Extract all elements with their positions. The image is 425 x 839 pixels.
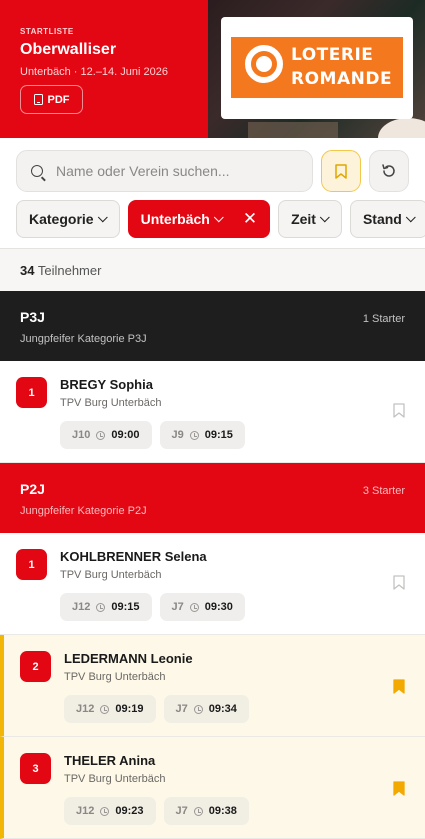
chevron-down-icon (319, 211, 330, 222)
rank-badge: 2 (20, 651, 51, 682)
time-slot: J12 09:19 (64, 695, 156, 723)
sponsor-logo: LOTERIE ROMANDE (221, 17, 413, 119)
start-list: P3J Jungpfeifer Kategorie P3J 1 Starter … (0, 291, 425, 839)
clock-icon (189, 602, 199, 612)
filter-bar: Kategorie Unterbäch ✕ Zeit Stand (16, 200, 425, 238)
participant-name: BREGY Sophia (60, 377, 153, 392)
category-description: Jungpfeifer Kategorie P3J (20, 333, 147, 345)
participant-club: TPV Burg Unterbäch (64, 671, 166, 683)
clock-icon (189, 430, 199, 440)
search-icon (31, 165, 43, 177)
clock-icon (100, 704, 110, 714)
logo-ring-icon (245, 45, 283, 83)
time-slot: J7 09:34 (163, 695, 249, 723)
time-slot: J7 09:30 (159, 593, 245, 621)
rank-badge: 3 (20, 753, 51, 784)
bookmark-icon (335, 163, 347, 179)
time-slot: J12 09:15 (60, 593, 152, 621)
participant-row[interactable]: 1 BREGY Sophia TPV Burg Unterbäch J10 09:… (0, 361, 425, 463)
participant-row-bookmarked[interactable]: 2 LEDERMANN Leonie TPV Burg Unterbäch J1… (0, 635, 425, 737)
reset-button[interactable] (369, 150, 409, 192)
chevron-down-icon (97, 211, 108, 222)
participant-count: 34 Teilnehmer (0, 249, 425, 291)
clock-icon (193, 704, 203, 714)
participant-row[interactable]: 1 KOHLBRENNER Selena TPV Burg Unterbäch … (0, 533, 425, 635)
clock-icon (100, 806, 110, 816)
participant-row-bookmarked[interactable]: 3 THELER Anina TPV Burg Unterbäch J12 09:… (0, 737, 425, 839)
rank-badge: 1 (16, 377, 47, 408)
category-code: P3J (20, 309, 45, 325)
reset-icon (382, 164, 395, 177)
filter-kategorie[interactable]: Kategorie (16, 200, 120, 238)
search-input[interactable] (56, 163, 286, 179)
filter-ort-active[interactable]: Unterbäch ✕ (127, 200, 271, 238)
filter-stand[interactable]: Stand (349, 200, 425, 238)
document-icon (33, 94, 43, 105)
clock-icon (96, 430, 106, 440)
participant-club: TPV Burg Unterbäch (60, 569, 162, 581)
rank-badge: 1 (16, 549, 47, 580)
bookmark-filled-icon[interactable] (393, 679, 405, 694)
participant-name: KOHLBRENNER Selena (60, 549, 207, 564)
bookmark-icon[interactable] (393, 575, 405, 590)
pdf-download-button[interactable]: PDF (20, 85, 83, 114)
event-title: Oberwalliser (20, 41, 117, 58)
chevron-down-icon (405, 211, 416, 222)
time-slot: J9 09:15 (159, 421, 245, 449)
category-header: P3J Jungpfeifer Kategorie P3J 1 Starter (0, 291, 425, 361)
time-slot: J12 09:23 (64, 797, 156, 825)
category-description: Jungpfeifer Kategorie P2J (20, 505, 147, 517)
participant-name: LEDERMANN Leonie (64, 651, 193, 666)
header-eyebrow: STARTLISTE (20, 27, 74, 36)
category-header: P2J Jungpfeifer Kategorie P2J 3 Starter (0, 463, 425, 533)
time-slot: J7 09:38 (163, 797, 249, 825)
category-count: 1 Starter (362, 313, 405, 325)
bookmark-filter-button[interactable] (321, 150, 361, 192)
participant-name: THELER Anina (64, 753, 156, 768)
pdf-label: PDF (47, 93, 70, 106)
chevron-down-icon (213, 211, 224, 222)
time-slot: J10 09:00 (60, 421, 152, 449)
participant-club: TPV Burg Unterbäch (64, 773, 166, 785)
event-subtitle: Unterbäch · 12.–14. Juni 2026 (20, 66, 168, 78)
clear-filter-icon[interactable]: ✕ (243, 209, 257, 229)
search-box[interactable] (16, 150, 313, 192)
bookmark-icon[interactable] (393, 403, 405, 418)
clock-icon (193, 806, 203, 816)
clock-icon (96, 602, 106, 612)
filter-zeit[interactable]: Zeit (278, 200, 342, 238)
event-header: STARTLISTE Oberwalliser Unterbäch · 12.–… (0, 0, 425, 138)
category-count: 3 Starter (362, 485, 405, 497)
bookmark-filled-icon[interactable] (393, 781, 405, 796)
participant-club: TPV Burg Unterbäch (60, 397, 162, 409)
category-code: P2J (20, 481, 45, 497)
